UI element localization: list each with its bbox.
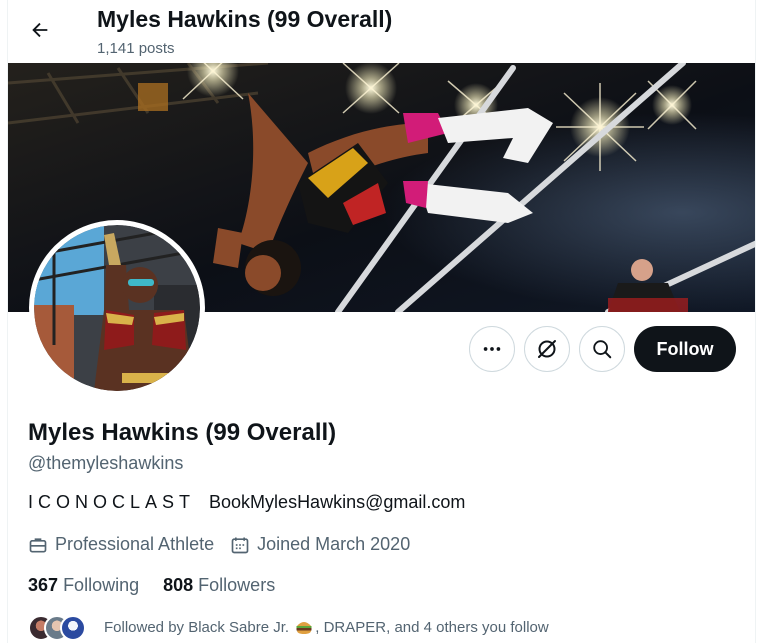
burger-emoji-icon (296, 621, 312, 634)
mutual-avatars (28, 613, 90, 641)
followers-label: Followers (198, 575, 276, 595)
following-link[interactable]: 367 Following (28, 575, 139, 596)
search-profile-button[interactable] (579, 326, 625, 372)
subscribe-icon (538, 340, 556, 358)
join-date-item: Joined March 2020 (230, 534, 410, 555)
followers-you-know[interactable]: Followed by Black Sabre Jr. , DRAPER, an… (28, 612, 549, 642)
follow-button[interactable]: Follow (634, 326, 736, 372)
more-options-button[interactable] (469, 326, 515, 372)
join-date-label: Joined March 2020 (257, 534, 411, 554)
profile-meta: Professional Athlete Joined March 2020 (28, 534, 410, 555)
followers-link[interactable]: 808 Followers (163, 575, 275, 596)
followers-count: 808 (163, 575, 194, 595)
briefcase-icon (29, 537, 47, 552)
avatar-image (34, 225, 200, 391)
profile-page: Myles Hawkins (99 Overall) 1,141 posts F… (7, 0, 756, 643)
search-icon (593, 340, 612, 359)
grok-button[interactable] (524, 326, 570, 372)
profile-header-bar: Myles Hawkins (99 Overall) 1,141 posts (8, 0, 755, 63)
user-handle: @themyleshawkins (28, 453, 184, 473)
mutual-avatar (60, 615, 86, 641)
more-icon (483, 347, 501, 351)
followed-by-text: Followed by Black Sabre Jr. , DRAPER, an… (104, 619, 549, 636)
bio-email: BookMylesHawkins@gmail.com (209, 492, 466, 512)
bio-text: ICONOCLAST (28, 492, 196, 512)
back-button[interactable] (22, 12, 58, 48)
profession-item: Professional Athlete (28, 534, 214, 555)
header-title: Myles Hawkins (99 Overall) (97, 6, 393, 32)
follow-stats: 367 Following 808 Followers (28, 575, 275, 596)
profession-label: Professional Athlete (55, 534, 215, 554)
following-label: Following (63, 575, 140, 595)
bio: ICONOCLAST BookMylesHawkins@gmail.com (28, 492, 465, 513)
calendar-icon (231, 537, 249, 553)
profile-avatar[interactable] (29, 220, 205, 396)
display-name: Myles Hawkins (99 Overall) (28, 419, 337, 446)
header-post-count: 1,141 posts (97, 40, 175, 57)
back-arrow-icon (32, 22, 48, 38)
following-count: 367 (28, 575, 59, 595)
followed-by-suffix: , DRAPER, and 4 others you follow (315, 618, 549, 636)
followed-by-prefix: Followed by Black Sabre Jr. (104, 618, 290, 636)
